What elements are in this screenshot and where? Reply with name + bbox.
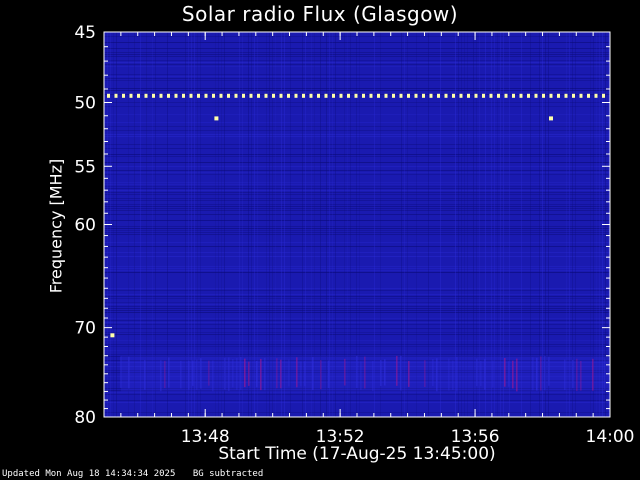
interference-dot <box>467 93 470 98</box>
interference-dot <box>369 93 373 98</box>
interference-dot <box>452 93 455 98</box>
y-tick-label: 70 <box>74 319 96 339</box>
interference-dot <box>512 93 515 98</box>
interference-dot <box>579 93 583 98</box>
chart-title: Solar radio Flux (Glasgow) <box>181 2 459 26</box>
processing-note: BG subtracted <box>192 469 264 479</box>
interference-dot <box>474 93 478 98</box>
interference-dot <box>167 93 170 98</box>
y-axis-label: Frequency [MHz] <box>46 158 66 294</box>
interference-dot <box>272 93 275 98</box>
broadband-band <box>120 355 610 392</box>
interference-spot <box>214 116 219 121</box>
interference-dot <box>174 93 178 98</box>
interference-dot <box>399 93 403 98</box>
interference-dot <box>137 93 140 98</box>
interference-dot <box>422 93 425 98</box>
interference-dot <box>129 93 133 98</box>
noise-column <box>113 32 114 417</box>
interference-dot <box>489 93 493 98</box>
interference-dot <box>242 93 245 98</box>
interference-dot <box>407 93 410 98</box>
interference-dot <box>114 93 118 98</box>
interference-dot <box>504 93 508 98</box>
interference-dot <box>144 93 148 98</box>
interference-dot <box>182 93 185 98</box>
interference-dot <box>279 93 283 98</box>
interference-dot <box>444 93 448 98</box>
interference-dot <box>602 93 605 98</box>
interference-dot <box>429 93 433 98</box>
interference-dot <box>534 93 538 98</box>
interference-dot <box>392 93 395 98</box>
interference-dot <box>384 93 388 98</box>
interference-dot <box>594 93 598 98</box>
x-axis-label: Start Time (17-Aug-25 13:45:00) <box>218 444 496 464</box>
interference-dot <box>482 93 485 98</box>
interference-dot <box>497 93 500 98</box>
spectrogram-figure: 45505560708013:48 13:52 13:56 14:00 <box>74 23 634 447</box>
interference-dot <box>564 93 568 98</box>
interference-dot <box>549 93 553 98</box>
interference-dot <box>159 93 163 98</box>
interference-dot <box>294 93 298 98</box>
interference-dot <box>377 93 380 98</box>
plot-area <box>104 32 610 417</box>
noise-column <box>116 32 117 417</box>
interference-dot <box>587 93 590 98</box>
interference-dot <box>309 93 313 98</box>
interference-dot <box>122 93 125 98</box>
interference-dot <box>204 93 208 98</box>
interference-dot <box>347 93 350 98</box>
interference-dot <box>332 93 335 98</box>
interference-dot <box>227 93 230 98</box>
y-tick-label: 45 <box>74 23 96 43</box>
interference-dot <box>324 93 328 98</box>
interference-dot <box>264 93 268 98</box>
interference-dot <box>542 93 545 98</box>
interference-dot <box>257 93 260 98</box>
interference-dot <box>557 93 560 98</box>
footer: Updated Mon Aug 18 14:34:34 2025 BG subt… <box>2 469 263 479</box>
interference-spot <box>549 116 553 121</box>
interference-dot <box>437 93 440 98</box>
interference-dot <box>212 93 215 98</box>
interference-dot <box>519 93 523 98</box>
updated-timestamp: Updated Mon Aug 18 14:34:34 2025 <box>2 469 176 479</box>
y-tick-label: 50 <box>74 94 96 114</box>
interference-dot <box>302 93 305 98</box>
y-tick-label: 80 <box>74 408 96 428</box>
interference-dot <box>287 93 290 98</box>
interference-dot <box>249 93 253 98</box>
interference-dot <box>414 93 418 98</box>
interference-dot <box>219 93 223 98</box>
interference-dot <box>459 93 463 98</box>
interference-dot <box>354 93 358 98</box>
interference-dot <box>527 93 530 98</box>
interference-dot <box>107 93 110 98</box>
interference-dot <box>572 93 575 98</box>
y-tick-label: 55 <box>74 157 96 177</box>
interference-dot <box>339 93 343 98</box>
interference-dot <box>317 93 320 98</box>
interference-dot <box>362 93 365 98</box>
interference-dot <box>234 93 238 98</box>
y-tick-label: 60 <box>74 216 96 236</box>
interference-spot <box>110 333 115 338</box>
interference-dot <box>189 93 193 98</box>
interference-dot <box>197 93 200 98</box>
interference-dot <box>152 93 155 98</box>
